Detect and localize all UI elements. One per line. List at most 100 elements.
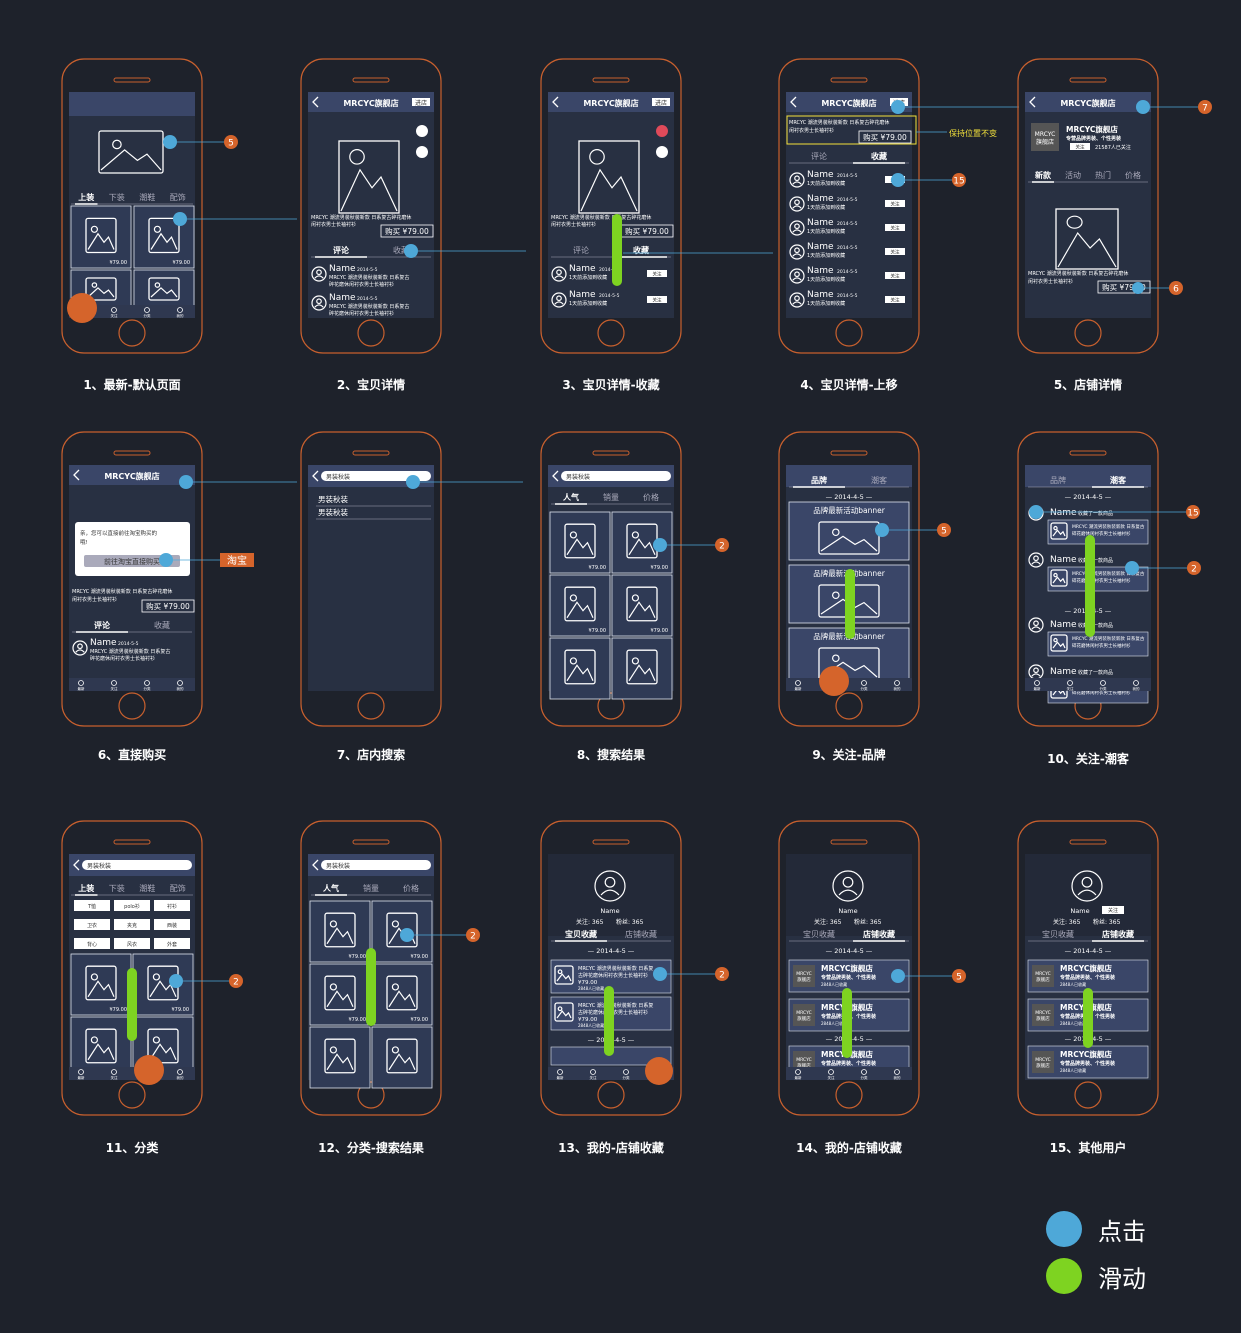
product-desc: 闲衬衣男士长袖衬衫	[72, 596, 117, 603]
nav-label: 最新	[795, 686, 803, 691]
phone-15: Name 关注关注: 365 粉丝: 365 宝贝收藏 店铺收藏 — 2014-4-5 —…	[1017, 820, 1159, 1116]
comment-date: 2014-5-5	[118, 641, 139, 647]
tile-price: ¥79.00	[589, 565, 607, 571]
follow-button-label: 关注	[653, 271, 662, 278]
follower-name: Name	[1050, 667, 1077, 677]
tap-marker	[169, 974, 183, 988]
share-icon	[416, 146, 428, 158]
phone-speaker	[352, 77, 390, 83]
phone-speaker	[352, 839, 390, 845]
tab-label: 活动	[1065, 170, 1081, 180]
store-logo-text: MRCYC	[796, 1057, 812, 1063]
comment-date: 2014-5-5	[357, 267, 378, 273]
follower-added-text: 1天前添加到收藏	[807, 204, 845, 211]
store-logo-text: MRCYC	[796, 1010, 812, 1016]
nav-label: 最新	[795, 1075, 803, 1080]
tab-label: 配饰	[170, 192, 186, 202]
header-title: MRCYC旗舰店	[1060, 98, 1115, 108]
tap-marker	[891, 173, 905, 187]
annotation-number: 5	[228, 139, 234, 149]
screen-caption: 9、关注-品牌	[812, 748, 886, 762]
follower-date: 2014-5-5	[837, 221, 858, 227]
collected-text: 收藏了一款商品	[1078, 622, 1113, 629]
taobao-tag-label: 淘宝	[227, 554, 247, 567]
tap-marker	[653, 967, 667, 981]
nav-label: 关注	[111, 313, 118, 318]
product-desc: 闲衬衣男士长袖衬衫	[789, 127, 834, 134]
category-chip-label: 背心	[87, 941, 97, 948]
comment-text: 碎花磨休闲衬衣男士长袖衬衫	[329, 310, 394, 317]
screen-header	[786, 465, 912, 487]
date-header: — 2014-4-5 —	[588, 947, 635, 955]
phone-speaker	[592, 77, 630, 83]
phone-speaker	[113, 450, 151, 456]
tab-label: 宝贝收藏	[565, 929, 597, 939]
legend-tap-dot	[1046, 1211, 1082, 1247]
product-desc: 闲衬衣男士长袖衬衫	[1028, 278, 1073, 285]
category-chip-label: 风衣	[127, 941, 137, 948]
search-suggestion: 男装秋装	[318, 494, 348, 504]
tab-label: 潮客	[871, 475, 887, 485]
tile-price: ¥79.00	[411, 1017, 429, 1023]
product-row-desc: MRCYC 潮流男装秋装新款 日系复	[578, 1002, 653, 1009]
screen-caption: 13、我的-店铺收藏	[558, 1141, 664, 1155]
comment-name: Name	[329, 264, 356, 274]
screen-caption: 15、其他用户	[1049, 1141, 1127, 1155]
follower-name: Name	[569, 290, 596, 300]
tap-marker	[653, 538, 667, 552]
tab-label: 价格	[403, 883, 419, 893]
phone-8: 男装秋装人气 销量 价格 ¥79.00 ¥79.00 ¥79.00 ¥79.00	[540, 431, 682, 727]
nav-label: 分类	[623, 1075, 631, 1080]
comment-text: 碎花磨休闲衬衣男士长袖衬衫	[329, 281, 394, 288]
phone-home-button	[597, 319, 625, 347]
search-suggestion: 男装秋装	[318, 507, 348, 517]
tab-label: 宝贝收藏	[1042, 929, 1074, 939]
nav-label: 最新	[78, 686, 85, 691]
follow-store-button-label: 关注	[1076, 144, 1085, 151]
category-chip-label: 衬衫	[167, 903, 177, 910]
screen-caption: 5、店铺详情	[1053, 378, 1123, 392]
comment-name: Name	[90, 638, 117, 648]
phone-speaker	[352, 450, 390, 456]
profile-header	[1025, 854, 1151, 936]
annotation-number: 5	[956, 973, 962, 983]
phone-speaker	[1069, 839, 1107, 845]
tab-label: 店铺收藏	[1102, 929, 1134, 939]
phone-home-button	[118, 692, 146, 720]
annotation-number: 2	[719, 971, 725, 981]
follow-button-label: 关注	[653, 297, 662, 304]
phone-speaker	[113, 77, 151, 83]
legend-tap-label: 点击	[1098, 1218, 1146, 1246]
phone-home-button	[835, 1081, 863, 1109]
nav-label: 我的	[1133, 686, 1141, 691]
category-chip-label: 西装	[167, 922, 177, 929]
nav-label: 分类	[144, 686, 151, 691]
tab-label: 人气	[323, 883, 339, 893]
profile-name: Name	[1070, 907, 1089, 915]
phone-screen	[548, 92, 674, 318]
phone-7: 男装秋装男装秋装男装秋装	[300, 431, 442, 727]
store-card-followers: 2848人已收藏	[1060, 1020, 1086, 1026]
tap-marker	[163, 135, 177, 149]
collected-product-desc: MRCYC 潮流男装秋装新款 日系复古	[1072, 635, 1145, 642]
store-logo-text: 旗舰店	[1036, 1062, 1050, 1069]
nav-label: 关注	[590, 1075, 598, 1080]
store-logo-text: MRCYC	[1035, 971, 1051, 977]
comment-date: 2014-5-5	[357, 296, 378, 302]
phone-6: MRCYC旗舰店亲，您可以直接前往淘宝购买的哦! 前往淘宝直接购买 MRCYC 潮流…	[61, 431, 203, 727]
profile-fans-count: 粉丝: 365	[1093, 918, 1121, 926]
collected-product-desc: 碎花磨休闲衬衣男士长袖衬衫	[1072, 577, 1131, 584]
tab-label: 品牌	[1050, 475, 1066, 485]
store-logo-text: MRCYC	[796, 971, 812, 977]
orange-highlight-marker	[819, 666, 849, 696]
profile-fans-count: 粉丝: 365	[616, 918, 644, 926]
date-header: — 2014-4-5 —	[1065, 493, 1112, 501]
tile-price: ¥79.00	[349, 1017, 367, 1023]
category-chip-label: T恤	[87, 903, 96, 910]
product-row-desc: MRCYC 潮流男装秋装新款 日系复	[578, 965, 653, 972]
screen-header	[69, 92, 195, 116]
tap-marker	[1136, 100, 1150, 114]
buy-button-label: 购买 ¥79.00	[863, 132, 907, 142]
phone-speaker	[592, 450, 630, 456]
collected-text: 收藏了一款商品	[1078, 669, 1113, 676]
